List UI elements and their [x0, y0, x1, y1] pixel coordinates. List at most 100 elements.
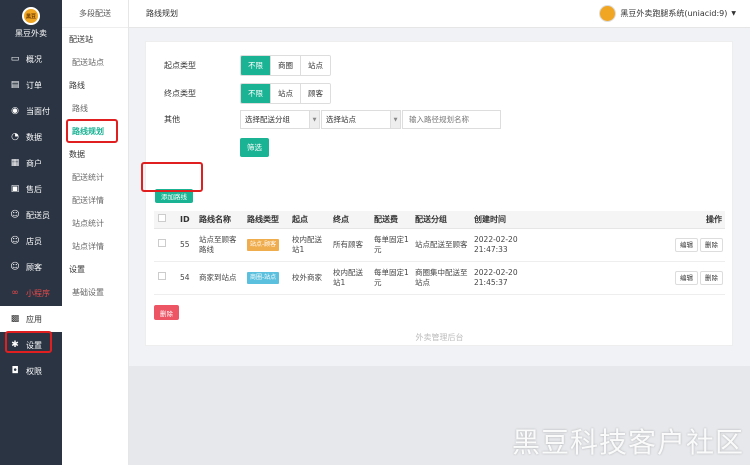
submenu-group-settings: 设置: [69, 265, 85, 274]
row-fee: 每单固定1元: [370, 261, 411, 295]
filter-action-row: 筛选: [240, 138, 269, 157]
row-group: 站点配送至顾客: [411, 228, 470, 262]
group-select[interactable]: 选择配送分组 ▼: [240, 110, 320, 129]
sidebar-item-data[interactable]: ◔ 数据: [0, 124, 62, 150]
chevron-down-icon: ▼: [731, 10, 736, 17]
submenu-head: 多段配送: [62, 0, 128, 28]
user-menu[interactable]: 黑豆外卖跑腿系统(uniacid:9) ▼: [599, 5, 736, 22]
table-row: 55 站点至顾客路线 站点-顾客 校内配送站1 所有顾客 每单固定1元 站点配送…: [154, 228, 725, 262]
clerk-icon: ☺: [10, 236, 20, 246]
station-select[interactable]: 选择站点 ▼: [321, 110, 401, 129]
highlight-box-add-route: [141, 162, 203, 192]
submenu-item-station-stats[interactable]: 站点统计: [62, 212, 128, 235]
delete-row-button[interactable]: 删除: [700, 270, 723, 285]
end-type-option-station[interactable]: 站点: [270, 84, 300, 103]
route-table: ID 路线名称 路线类型 起点 终点 配送费 配送分组 创建时间 操作 55 站…: [154, 211, 725, 295]
row-end: 所有顾客: [329, 228, 370, 262]
sidebar-item-rider[interactable]: ☺ 配送员: [0, 202, 62, 228]
miniprogram-icon: ∞: [11, 288, 19, 298]
aftersale-icon: ▣: [10, 184, 20, 194]
main-sidebar: 黑豆 黑豆外卖 ▭ 概况 ▤ 订单 ◉ 当面付 ◔ 数据 ▦ 商户 ▣ 售后 ☺ 配送员 ☺ 店…: [0, 0, 62, 465]
filter-button[interactable]: 筛选: [240, 138, 269, 157]
end-type-label: 终点类型: [164, 89, 196, 98]
highlight-box-route-planning: [66, 119, 118, 143]
sidebar-item-customer[interactable]: ☺ 顾客: [0, 254, 62, 280]
select-arrow-icon: ▼: [309, 111, 319, 128]
brand: 黑豆 黑豆外卖: [0, 0, 62, 46]
submenu-item-delivery-detail[interactable]: 配送详情: [62, 189, 128, 212]
row-name: 站点至顾客路线: [195, 228, 243, 262]
start-type-option-business[interactable]: 商圈: [270, 56, 300, 75]
start-type-label: 起点类型: [164, 61, 196, 70]
user-name: 黑豆外卖跑腿系统(uniacid:9): [620, 9, 728, 18]
edit-button[interactable]: 编辑: [675, 237, 698, 252]
sidebar-item-overview[interactable]: ▭ 概况: [0, 46, 62, 72]
rider-icon: ☺: [10, 210, 20, 220]
page-title: 路线规划: [146, 9, 178, 18]
start-type-option-station[interactable]: 站点: [300, 56, 330, 75]
table-row: 54 商家到站点 商圈-站点 校外商家 校内配送站1 每单固定1元 商圈集中配送…: [154, 261, 725, 295]
footer-text: 外卖管理后台: [415, 333, 464, 342]
sidebar-item-aftersale[interactable]: ▣ 售后: [0, 176, 62, 202]
row-fee: 每单固定1元: [370, 228, 411, 262]
col-time: 创建时间: [470, 211, 530, 229]
submenu-item-station-points[interactable]: 配送站点: [62, 51, 128, 74]
sidebar-item-merchant[interactable]: ▦ 商户: [0, 150, 62, 176]
pay-icon: ◉: [11, 106, 19, 116]
select-all-checkbox[interactable]: [158, 214, 166, 223]
order-icon: ▤: [10, 80, 20, 90]
submenu-group-station: 配送站: [69, 35, 93, 44]
submenu-item-route[interactable]: 路线: [62, 97, 128, 120]
col-group: 配送分组: [411, 211, 470, 229]
end-type-row: 终点类型 不限 站点 顾客: [164, 83, 331, 104]
row-actions: 编辑 删除: [530, 228, 725, 262]
end-type-option-all[interactable]: 不限: [241, 84, 270, 103]
bulk-delete-button[interactable]: 删除: [154, 305, 179, 320]
row-group: 商圈集中配送至站点: [411, 261, 470, 295]
main-content: 起点类型 不限 商圈 站点 终点类型 不限 站点 顾客 其他 选择配送分组 ▼ …: [129, 28, 750, 465]
route-name-input[interactable]: [402, 110, 501, 129]
topbar: 路线规划 黑豆外卖跑腿系统(uniacid:9) ▼: [129, 0, 750, 28]
submenu-item-delivery-stats[interactable]: 配送统计: [62, 166, 128, 189]
sidebar-item-miniprogram[interactable]: ∞ 小程序: [0, 280, 62, 306]
row-type-cell: 商圈-站点: [243, 261, 288, 295]
sidebar-item-clerk[interactable]: ☺ 店员: [0, 228, 62, 254]
delete-row-button[interactable]: 删除: [700, 237, 723, 252]
row-checkbox[interactable]: [158, 272, 166, 280]
submenu-group-route: 路线: [69, 81, 85, 90]
route-card: 起点类型 不限 商圈 站点 终点类型 不限 站点 顾客 其他 选择配送分组 ▼ …: [145, 41, 733, 346]
row-id: 54: [176, 261, 195, 295]
submenu: 多段配送 配送站 配送站点 路线 路线 路线规划 数据 配送统计 配送详情 站点…: [62, 0, 129, 465]
sidebar-item-facepay[interactable]: ◉ 当面付: [0, 98, 62, 124]
table-header-row: ID 路线名称 路线类型 起点 终点 配送费 配送分组 创建时间 操作: [154, 211, 725, 229]
start-type-row: 起点类型 不限 商圈 站点: [164, 55, 331, 76]
row-start: 校外商家: [288, 261, 329, 295]
route-type-badge: 站点-顾客: [247, 238, 280, 251]
sidebar-item-apps[interactable]: ▩ 应用: [0, 306, 62, 332]
sidebar-item-permission[interactable]: ◘ 权限: [0, 358, 62, 384]
col-end: 终点: [329, 211, 370, 229]
route-type-badge: 商圈-站点: [247, 271, 280, 284]
end-type-option-customer[interactable]: 顾客: [300, 84, 330, 103]
row-start: 校内配送站1: [288, 228, 329, 262]
edit-button[interactable]: 编辑: [675, 270, 698, 285]
avatar: [599, 5, 617, 22]
start-type-option-all[interactable]: 不限: [241, 56, 270, 75]
select-arrow-icon: ▼: [390, 111, 400, 128]
row-checkbox-cell: [154, 228, 176, 262]
sidebar-item-orders[interactable]: ▤ 订单: [0, 72, 62, 98]
other-label: 其他: [164, 115, 180, 124]
col-type: 路线类型: [243, 211, 288, 229]
row-checkbox[interactable]: [158, 239, 166, 247]
submenu-item-station-detail[interactable]: 站点详情: [62, 235, 128, 258]
submenu-item-basic-settings[interactable]: 基础设置: [62, 281, 128, 304]
submenu-group-data: 数据: [69, 150, 85, 159]
brand-name: 黑豆外卖: [15, 29, 47, 38]
watermark: 黑豆科技客户社区: [511, 426, 744, 459]
col-actions: 操作: [530, 211, 725, 229]
col-name: 路线名称: [195, 211, 243, 229]
row-type-cell: 站点-顾客: [243, 228, 288, 262]
apps-icon: ▩: [10, 314, 20, 324]
select-all-checkbox-cell: [154, 211, 176, 229]
row-time: 2022-02-20 21:45:37: [470, 261, 530, 295]
